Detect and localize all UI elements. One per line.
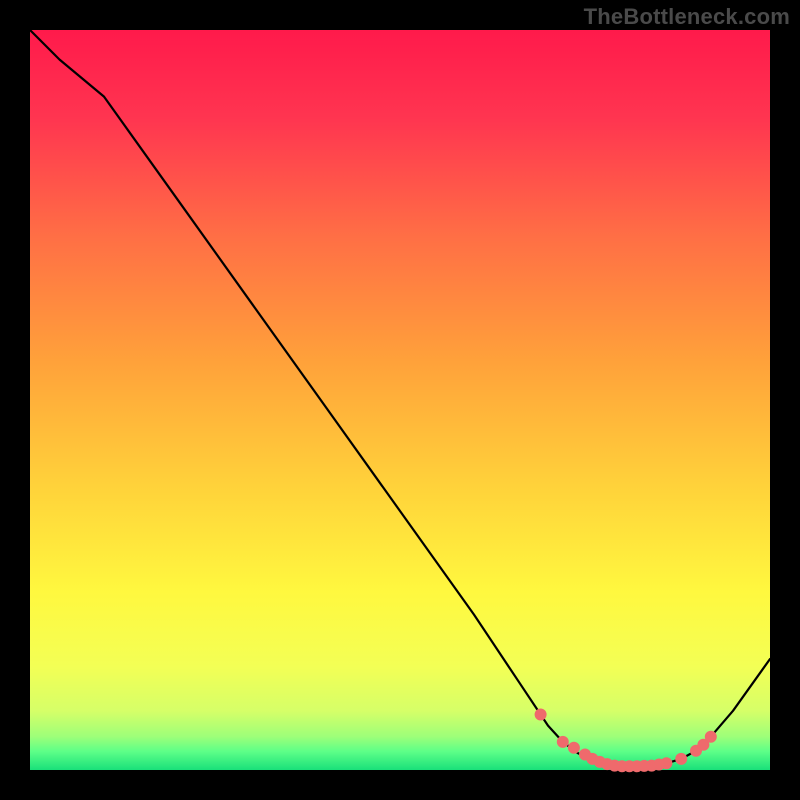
data-marker [661, 758, 672, 769]
data-marker [568, 742, 579, 753]
chart-frame: TheBottleneck.com [0, 0, 800, 800]
data-marker [557, 736, 568, 747]
data-marker [676, 753, 687, 764]
plot-area [30, 30, 770, 770]
data-marker [705, 731, 716, 742]
data-marker [535, 709, 546, 720]
bottleneck-chart [0, 0, 800, 800]
